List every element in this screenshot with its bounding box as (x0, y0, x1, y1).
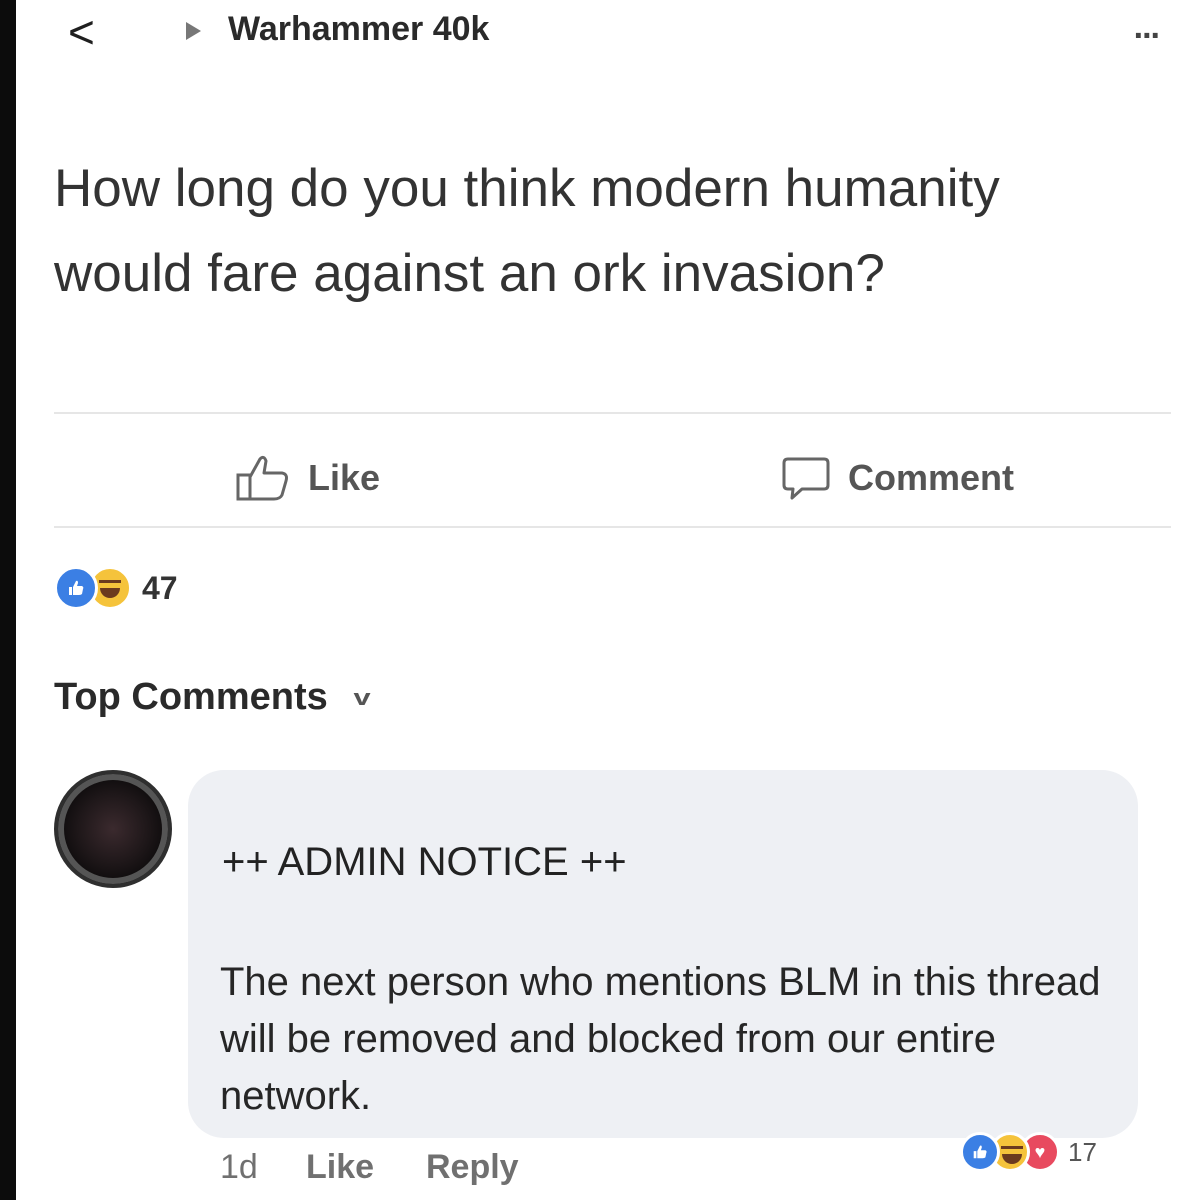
divider (54, 526, 1171, 528)
comment-label: Comment (848, 457, 1015, 498)
chevron-down-icon: v (353, 684, 371, 710)
comment-notice-heading: ++ ADMIN NOTICE ++ (222, 840, 627, 884)
group-name-link[interactable]: Warhammer 40k (228, 10, 489, 49)
comment-button[interactable]: Comment (780, 448, 1014, 508)
more-options-icon[interactable]: ... (1134, 8, 1160, 47)
commenter-avatar[interactable] (54, 770, 172, 888)
comment-timestamp: 1d (220, 1148, 258, 1186)
like-reaction-icon (960, 1132, 1000, 1172)
comment-like-button[interactable]: Like (306, 1148, 374, 1187)
comment-sort-label: Top Comments (54, 676, 328, 718)
comment-reply-button[interactable]: Reply (426, 1148, 519, 1187)
like-button[interactable]: Like (234, 448, 380, 508)
like-reaction-icon (54, 566, 98, 610)
top-bar: < Warhammer 40k ... (16, 0, 1181, 70)
post-reactions[interactable]: 47 (54, 566, 178, 610)
comment-bubble-icon (782, 457, 830, 500)
comment-body: The next person who mentions BLM in this… (220, 960, 1101, 1118)
divider (54, 412, 1171, 414)
comment-sort-dropdown[interactable]: Top Comments v (54, 676, 371, 719)
like-label: Like (308, 457, 381, 498)
comment-reactions[interactable]: ♥ 17 (960, 1132, 1097, 1172)
post-text: How long do you think modern humanity wo… (54, 159, 1000, 303)
back-arrow-icon[interactable]: < (68, 6, 95, 58)
screen-edge (0, 0, 16, 1200)
play-triangle-icon (186, 22, 201, 40)
reaction-count: 47 (142, 569, 178, 606)
comment-reaction-count: 17 (1068, 1136, 1097, 1167)
thumbs-up-icon (236, 455, 288, 501)
